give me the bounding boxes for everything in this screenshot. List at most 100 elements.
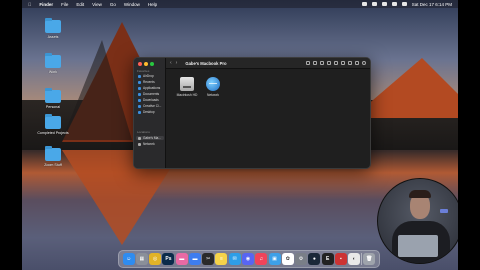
apple-menu-icon[interactable]: : [28, 2, 31, 7]
column-view-icon[interactable]: [320, 61, 324, 65]
finder-toolbar: ‹ › Gabe's Macbook Pro: [166, 58, 370, 69]
desktop-screen:  Finder File Edit View Go Window Help S…: [22, 0, 458, 270]
webcam-overlay: [377, 178, 458, 264]
sidebar-item-creative-cloud[interactable]: Creative Cl...: [138, 104, 161, 108]
sidebar-item-label: AirDrop: [143, 74, 154, 78]
letterbox-left: [0, 0, 22, 270]
gallery-view-icon[interactable]: [327, 61, 331, 65]
close-button[interactable]: [138, 62, 142, 66]
icon-view-icon[interactable]: [306, 61, 310, 65]
desktop-folder-label: Zoom Stuff: [44, 163, 62, 167]
desktop-folder-zoom-stuff[interactable]: Zoom Stuff: [36, 146, 70, 167]
sidebar-item-label: Applications: [143, 86, 161, 90]
window-title: Gabe's Macbook Pro: [185, 60, 227, 66]
finder-window[interactable]: Favorites AirDrop Recents Applications D…: [133, 57, 371, 169]
menu-help[interactable]: Help: [148, 2, 157, 7]
folder-icon: [45, 114, 61, 129]
dock-separator: [361, 253, 362, 265]
menu-finder[interactable]: Finder: [39, 2, 53, 7]
airdrop-icon: [138, 74, 141, 78]
wifi-icon[interactable]: [381, 2, 387, 6]
more-icon[interactable]: [355, 61, 359, 65]
folder-icon: [45, 146, 61, 161]
item-network[interactable]: Network: [198, 77, 228, 97]
forward-arrow-icon[interactable]: ›: [176, 60, 178, 66]
epic-games-icon[interactable]: E: [321, 253, 334, 265]
network-globe-icon: [206, 77, 220, 91]
download-icon: [138, 98, 141, 102]
sidebar-item-label: Documents: [143, 92, 160, 96]
cloud-icon: [138, 104, 141, 108]
sidebar-item-label: Downloads: [143, 98, 159, 102]
menu-clock[interactable]: Sat Dec 17 6:14 PM: [412, 2, 452, 7]
menu-view[interactable]: View: [92, 2, 102, 7]
back-arrow-icon[interactable]: ‹: [170, 60, 172, 66]
status-icon[interactable]: [361, 2, 367, 6]
settings-icon[interactable]: ⚙: [295, 253, 308, 265]
steam-icon[interactable]: ●: [308, 253, 321, 265]
control-center-icon[interactable]: [401, 2, 407, 6]
desktop-folder-assets[interactable]: Assets: [36, 18, 70, 39]
finder-icon[interactable]: ☺: [122, 253, 135, 265]
dock: ☺ ▦ ◎ Ps ▬ ▬ ✂ ≡ ✉ ◉ ♫ ▣ ✿ ⚙ ● E ▪ ◐ 🗑: [118, 250, 380, 268]
hard-drive-icon: [180, 77, 194, 91]
tag-icon[interactable]: [348, 61, 352, 65]
window-controls: [138, 62, 154, 66]
finder-sidebar: Favorites AirDrop Recents Applications D…: [134, 58, 166, 168]
discord-icon[interactable]: ◉: [242, 253, 255, 265]
laptop-icon: [138, 136, 141, 140]
sidebar-item-downloads[interactable]: Downloads: [138, 98, 159, 102]
desktop-folder-personal[interactable]: Personal: [36, 88, 70, 109]
search-icon[interactable]: [391, 2, 397, 6]
messages-icon[interactable]: ✉: [228, 253, 241, 265]
background-light: [440, 209, 448, 213]
folder-icon: [45, 18, 61, 33]
desktop-folder-work[interactable]: Work: [36, 53, 70, 74]
music-icon[interactable]: ♫: [255, 253, 268, 265]
desktop-folder-completed-projects[interactable]: Completed Projects: [36, 114, 70, 135]
presenter-hair: [409, 190, 431, 198]
group-icon[interactable]: [334, 61, 338, 65]
github-icon[interactable]: ◐: [348, 253, 361, 265]
menu-extras: Sat Dec 17 6:14 PM: [361, 2, 452, 7]
wallpaper-mountain-shade: [62, 40, 132, 140]
trash-icon[interactable]: 🗑: [363, 253, 376, 265]
sidebar-item-desktop[interactable]: Desktop: [138, 110, 155, 114]
sidebar-section-favorites: Favorites: [137, 69, 150, 73]
sidebar-item-network[interactable]: Network: [138, 142, 155, 146]
folder-icon[interactable]: ▬: [175, 253, 188, 265]
sidebar-item-documents[interactable]: Documents: [138, 92, 159, 96]
minimize-button[interactable]: [144, 62, 148, 66]
chrome-icon[interactable]: ◎: [149, 253, 162, 265]
sidebar-section-locations: Locations: [137, 130, 150, 134]
desktop-icon: [138, 110, 141, 114]
menu-edit[interactable]: Edit: [76, 2, 84, 7]
folder-2-icon[interactable]: ▬: [188, 253, 201, 265]
notes-icon[interactable]: ≡: [215, 253, 228, 265]
menu-window[interactable]: Window: [124, 2, 140, 7]
photoshop-icon[interactable]: Ps: [162, 253, 175, 265]
document-icon: [138, 92, 141, 96]
list-view-icon[interactable]: [313, 61, 317, 65]
launchpad-icon[interactable]: ▦: [135, 253, 148, 265]
sidebar-item-recents[interactable]: Recents: [138, 80, 155, 84]
sidebar-item-macbook[interactable]: Gabe's Ma...: [136, 136, 164, 140]
final-cut-icon[interactable]: ✂: [202, 253, 215, 265]
preview-icon[interactable]: ▣: [268, 253, 281, 265]
menu-file[interactable]: File: [61, 2, 68, 7]
menu-go[interactable]: Go: [110, 2, 116, 7]
item-label: Macintosh HD: [176, 93, 198, 97]
zoom-button[interactable]: [150, 62, 154, 66]
share-icon[interactable]: [341, 61, 345, 65]
folder-icon: [45, 88, 61, 103]
battery-icon[interactable]: [371, 2, 377, 6]
sidebar-item-airdrop[interactable]: AirDrop: [138, 74, 154, 78]
applications-icon: [138, 86, 141, 90]
system-icon[interactable]: ▪: [334, 253, 347, 265]
desktop-folder-label: Work: [48, 70, 58, 74]
desktop-folder-label: Assets: [47, 35, 59, 39]
desktop-folder-label: Completed Projects: [37, 131, 69, 135]
photos-icon[interactable]: ✿: [281, 253, 294, 265]
sidebar-item-applications[interactable]: Applications: [138, 86, 160, 90]
search-icon[interactable]: [362, 61, 366, 65]
